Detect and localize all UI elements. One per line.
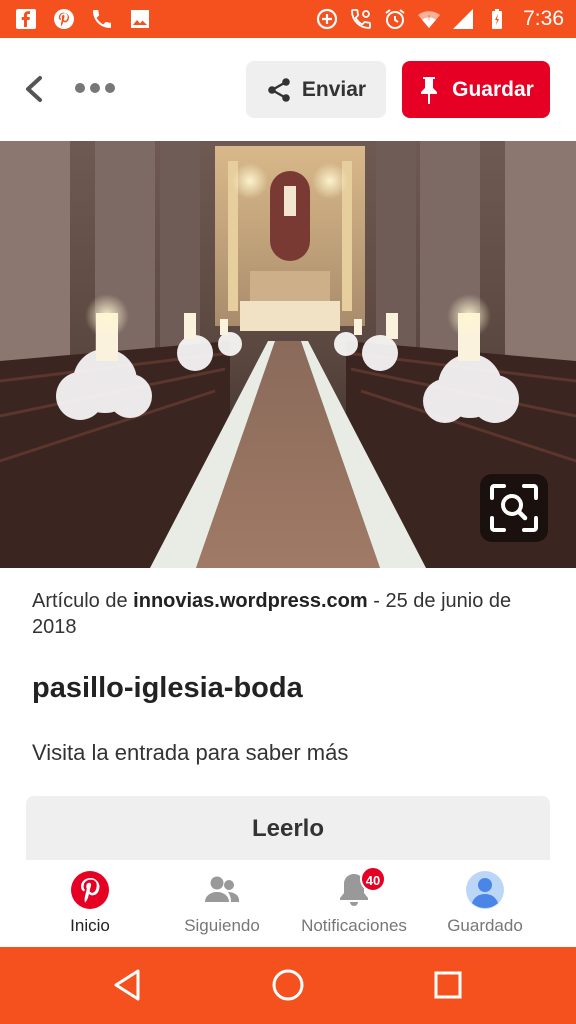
- save-button[interactable]: Guardar: [402, 61, 550, 118]
- tab-guardado-label: Guardado: [447, 916, 523, 935]
- svg-text:!: !: [428, 14, 431, 22]
- battery-icon: [492, 9, 503, 29]
- call-settings-icon: [351, 9, 372, 29]
- bottom-tab-bar: Inicio Siguiendo Notificaciones Guardado: [0, 860, 576, 947]
- source-prefix: Artículo de: [32, 590, 134, 612]
- home-circle-icon[interactable]: [268, 965, 308, 1005]
- add-circle-icon: [317, 8, 338, 30]
- source-site-link[interactable]: innovias.wordpress.com: [133, 590, 368, 612]
- pinterest-icon: [54, 9, 74, 29]
- more-options-icon[interactable]: [72, 78, 118, 98]
- recents-square-icon[interactable]: [428, 965, 468, 1005]
- pin-source: Artículo de innovias.wordpress.com - 25 …: [32, 588, 552, 640]
- share-icon: [268, 77, 290, 102]
- tab-siguiendo[interactable]: Siguiendo: [157, 868, 287, 944]
- people-icon: [205, 876, 239, 902]
- visual-search-button[interactable]: [480, 474, 548, 542]
- notification-badge: 40: [360, 866, 386, 892]
- read-label: Leerlo: [251, 815, 325, 842]
- visual-search-icon: [490, 484, 538, 532]
- system-nav-bar: [0, 947, 576, 1024]
- tab-notificaciones[interactable]: Notificaciones: [288, 868, 420, 944]
- status-bar: ! 7:36: [0, 0, 576, 38]
- pinterest-logo-icon: [71, 871, 109, 909]
- wifi-icon: !: [418, 11, 441, 28]
- save-label: Guardar: [452, 77, 534, 101]
- read-button[interactable]: Leerlo: [26, 796, 550, 862]
- tab-inicio[interactable]: Inicio: [25, 868, 155, 944]
- tab-inicio-label: Inicio: [70, 916, 110, 935]
- tab-siguiendo-label: Siguiendo: [184, 916, 260, 935]
- pin-title: pasillo-iglesia-boda: [32, 672, 303, 704]
- phone-icon: [93, 10, 111, 28]
- avatar-icon: [466, 871, 504, 909]
- tab-guardado[interactable]: Guardado: [420, 868, 550, 944]
- send-button[interactable]: Enviar: [246, 61, 386, 118]
- back-triangle-icon[interactable]: [108, 965, 148, 1005]
- pin-header: Enviar Guardar: [0, 38, 576, 141]
- pin-icon: [421, 76, 438, 104]
- pin-description: Visita la entrada para saber más: [32, 740, 349, 765]
- back-icon[interactable]: [18, 72, 52, 106]
- send-label: Enviar: [301, 77, 367, 101]
- status-time: 7:36: [523, 7, 564, 30]
- alarm-icon: [385, 9, 405, 29]
- signal-icon: [453, 9, 474, 29]
- facebook-icon: [16, 9, 36, 29]
- tab-notificaciones-label: Notificaciones: [301, 916, 407, 935]
- pin-image[interactable]: [0, 141, 576, 568]
- image-icon: [131, 10, 149, 28]
